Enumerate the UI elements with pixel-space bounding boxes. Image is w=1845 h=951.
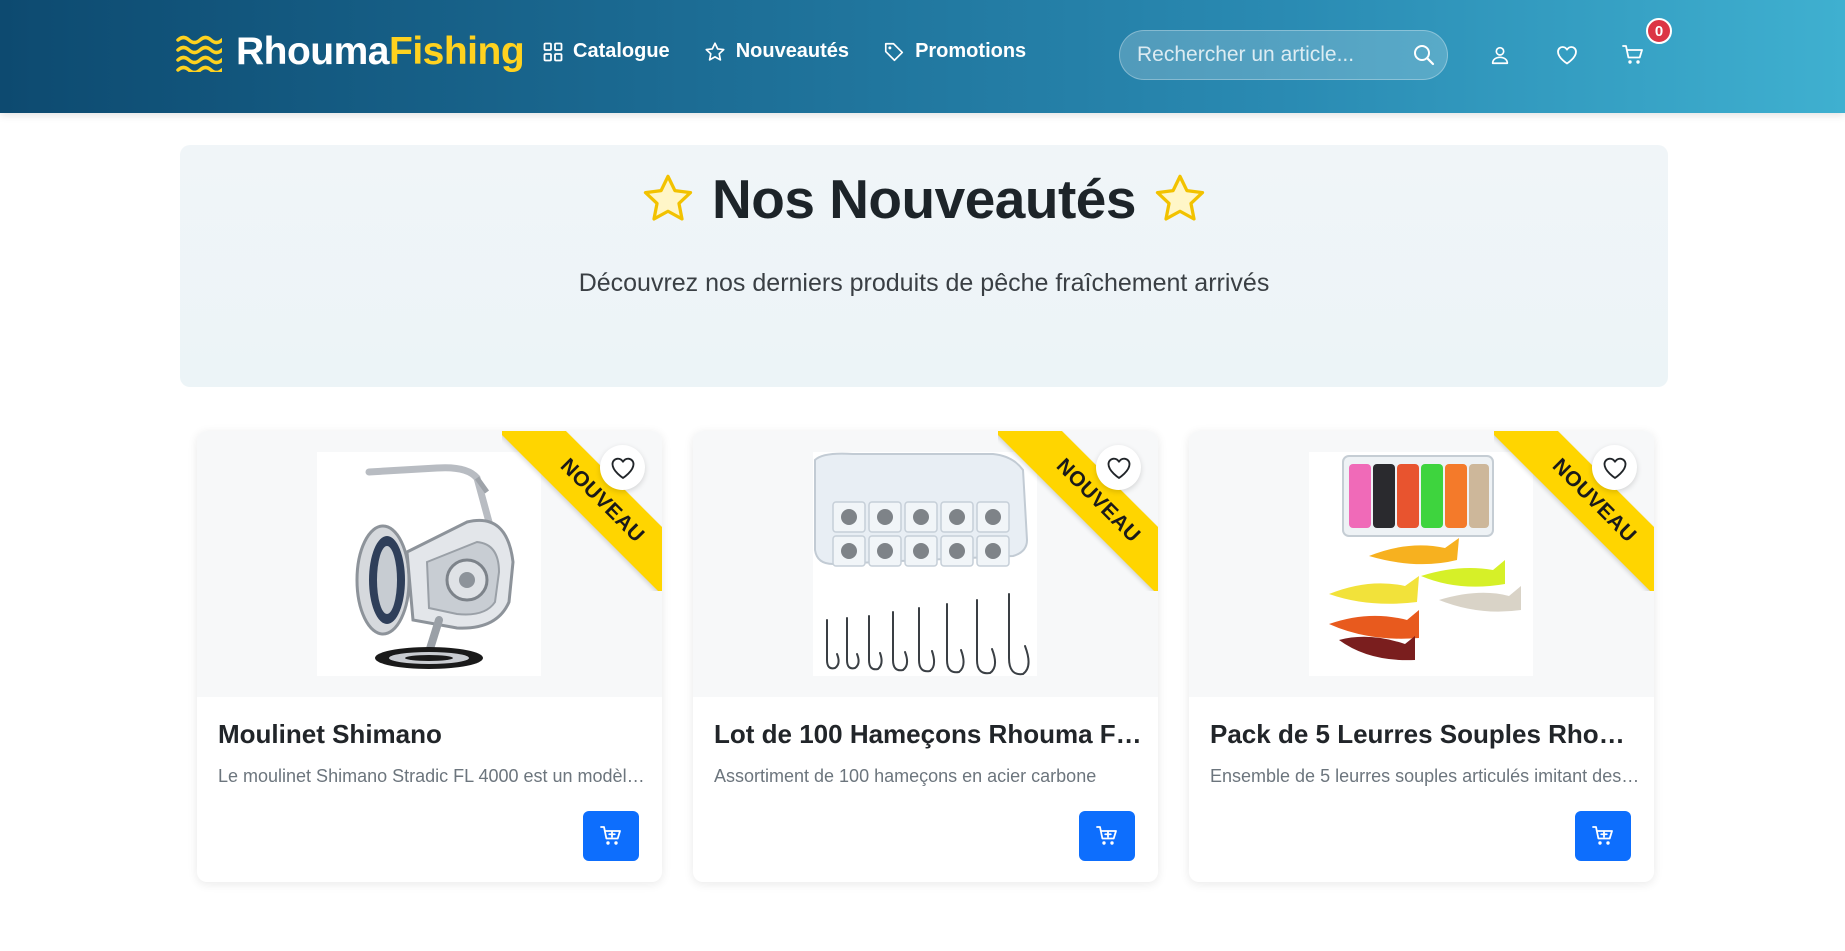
product-title[interactable]: Pack de 5 Leurres Souples Rhouma Fishing <box>1210 719 1640 750</box>
star-icon <box>705 41 725 61</box>
page-subtitle: Découvrez nos derniers produits de pêche… <box>578 269 1270 297</box>
heart-icon <box>1603 457 1626 479</box>
wishlist-button[interactable] <box>1552 40 1582 70</box>
cart-icon <box>1622 45 1643 64</box>
search-icon <box>1413 45 1434 66</box>
search-bar <box>1119 30 1448 80</box>
nav-label-catalogue: Catalogue <box>573 40 670 62</box>
product-media: NOUVEAU <box>197 431 662 697</box>
nav-label-nouveautes: Nouveautés <box>735 40 850 62</box>
product-card[interactable]: NOUVEAU Lot de 100 Hameçons Rhouma Fishi… <box>693 431 1158 882</box>
nav-label-promotions: Promotions <box>915 40 1027 62</box>
heart-icon <box>1557 46 1577 65</box>
nav-item-promotions[interactable]: Promotions <box>883 40 1026 63</box>
search-button[interactable] <box>1408 35 1439 75</box>
brand-name-second: Fishing <box>389 30 525 73</box>
star-icon <box>1155 174 1205 221</box>
grid-icon <box>543 42 563 61</box>
product-title[interactable]: Moulinet Shimano <box>218 719 648 750</box>
product-description: Ensemble de 5 leurres souples articulés … <box>1210 766 1640 786</box>
add-to-wishlist-button[interactable] <box>1592 445 1637 490</box>
cart-plus-icon <box>1096 826 1117 845</box>
heart-icon <box>1107 457 1130 479</box>
add-to-cart-button[interactable] <box>1575 811 1631 861</box>
brand-logo[interactable]: RhoumaFishing <box>176 30 525 74</box>
user-icon <box>1491 46 1509 65</box>
hero-title-row: Nos Nouveautés <box>180 167 1668 231</box>
cart-count-badge: 0 <box>1646 18 1672 44</box>
site-header: RhoumaFishing Catalogue Nouveautés Promo <box>0 0 1845 113</box>
product-title[interactable]: Lot de 100 Hameçons Rhouma Fishing <box>714 719 1144 750</box>
tag-icon <box>884 42 904 61</box>
search-input[interactable] <box>1120 43 1408 67</box>
add-to-wishlist-button[interactable] <box>600 445 645 490</box>
heart-icon <box>611 457 634 479</box>
waves-icon <box>176 35 222 72</box>
star-icon <box>643 174 693 221</box>
product-description: Le moulinet Shimano Stradic FL 4000 est … <box>218 766 648 786</box>
cart-button[interactable] <box>1618 40 1648 70</box>
product-card[interactable]: NOUVEAU Pack de 5 Leurres Souples Rhouma… <box>1189 431 1654 882</box>
product-description: Assortiment de 100 hameçons en acier car… <box>714 766 1097 786</box>
product-media: NOUVEAU <box>693 431 1158 697</box>
main-nav: Catalogue Nouveautés Promotions <box>543 40 1060 63</box>
add-to-cart-button[interactable] <box>583 811 639 861</box>
account-button[interactable] <box>1485 40 1515 70</box>
nav-item-catalogue[interactable]: Catalogue <box>543 40 670 63</box>
add-to-wishlist-button[interactable] <box>1096 445 1141 490</box>
nav-item-nouveautes[interactable]: Nouveautés <box>704 40 849 63</box>
hero-banner: Nos Nouveautés Découvrez nos derniers pr… <box>180 145 1668 387</box>
brand-name-first: Rhouma <box>236 30 390 73</box>
cart-plus-icon <box>1592 826 1613 845</box>
product-media: NOUVEAU <box>1189 431 1654 697</box>
cart-plus-icon <box>600 826 621 845</box>
product-card[interactable]: NOUVEAU Moulinet Shimano Le moulinet Shi… <box>197 431 662 882</box>
add-to-cart-button[interactable] <box>1079 811 1135 861</box>
page-title: Nos Nouveautés <box>712 168 1136 230</box>
